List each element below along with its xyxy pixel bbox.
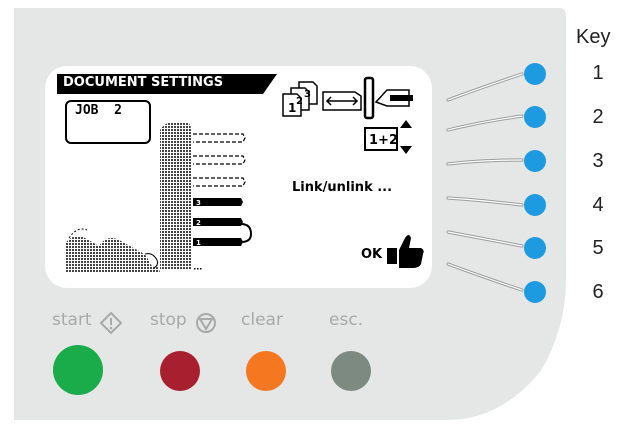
- screen-title: DOCUMENT SETTINGS: [63, 75, 224, 90]
- start-label: start: [52, 310, 92, 330]
- key-button-1[interactable]: [524, 63, 546, 85]
- clear-button[interactable]: [246, 351, 286, 391]
- ok-label: OK: [361, 247, 383, 262]
- ellipsis-dots: [194, 268, 202, 270]
- key-title: Key: [576, 26, 611, 48]
- fold-setting-label: 1+2: [369, 133, 398, 148]
- slot-number-2: 2: [196, 219, 201, 227]
- start-diamond-icon: [99, 311, 123, 335]
- esc-label: esc.: [329, 310, 364, 330]
- stop-label: stop: [150, 310, 187, 330]
- key-button-5[interactable]: [524, 237, 546, 259]
- insert-envelope-icon: [363, 76, 413, 120]
- document-stack-icon: 1 2 3: [282, 81, 318, 117]
- down-arrow-icon: [400, 146, 412, 154]
- start-button[interactable]: [53, 345, 103, 395]
- machine-graphic: [65, 122, 191, 272]
- filled-slots: [193, 198, 253, 246]
- esc-button[interactable]: [331, 351, 371, 391]
- key-number-2: 2: [592, 106, 604, 128]
- svg-text:2: 2: [296, 96, 303, 107]
- key-number-5: 5: [592, 237, 604, 259]
- key-button-4[interactable]: [524, 194, 546, 216]
- key-button-6[interactable]: [524, 281, 546, 303]
- job-label: JOB 2: [75, 103, 122, 118]
- job-box: JOB 2: [65, 100, 151, 144]
- thumbs-up-icon: [387, 235, 424, 268]
- length-arrow-icon: [322, 91, 362, 111]
- lcd-screen: 3 2 1 1 2 3 1+2 DOCUMENT SETTINGS JOB 2 …: [45, 66, 432, 288]
- stop-button[interactable]: [160, 351, 200, 391]
- key-number-6: 6: [592, 281, 604, 303]
- link-unlink-label: Link/unlink ...: [292, 180, 393, 195]
- empty-slots: [193, 133, 246, 187]
- up-arrow-icon: [400, 120, 412, 128]
- key-number-1: 1: [592, 62, 604, 84]
- slot-number-3: 3: [196, 199, 201, 207]
- svg-text:3: 3: [304, 89, 311, 100]
- stop-icon: [196, 313, 216, 333]
- clear-label: clear: [241, 310, 283, 330]
- control-panel: 3 2 1 1 2 3 1+2 DOCUMENT SETTINGS JOB 2 …: [0, 0, 617, 427]
- key-button-2[interactable]: [524, 106, 546, 128]
- key-button-3[interactable]: [524, 150, 546, 172]
- slot-number-1: 1: [196, 239, 201, 247]
- key-number-3: 3: [592, 150, 604, 172]
- key-number-4: 4: [592, 194, 604, 216]
